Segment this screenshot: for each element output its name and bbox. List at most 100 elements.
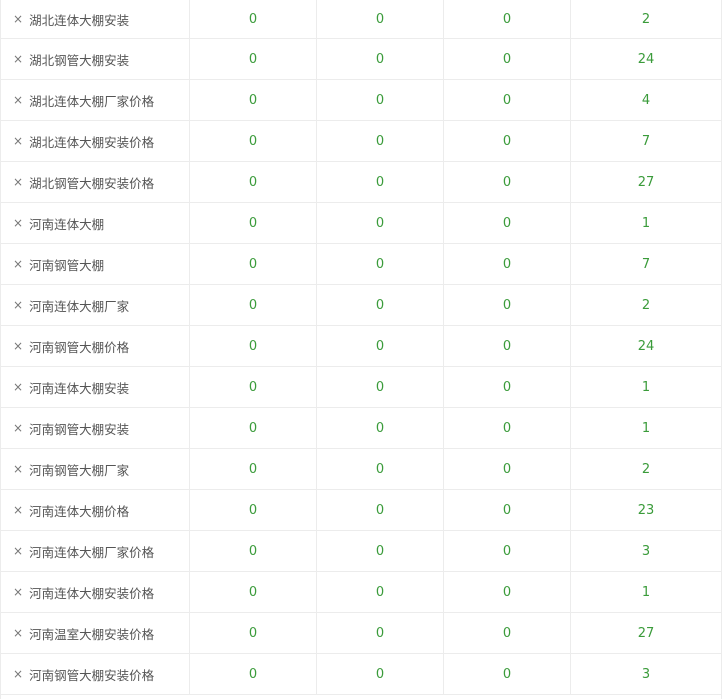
table-row: × 湖北钢管大棚安装价格 0 0 0 27	[1, 162, 721, 203]
metric-cell-4: 24	[637, 338, 655, 354]
keyword-text: 河南钢管大棚安装	[29, 421, 130, 437]
metric-cell-3: 0	[444, 449, 571, 489]
metric-cell-4: 2	[641, 297, 651, 313]
remove-keyword-icon[interactable]: ×	[13, 175, 23, 189]
metric-cell-3: 0	[444, 654, 571, 694]
metric-cell-1: 0	[190, 326, 317, 366]
remove-keyword-icon[interactable]: ×	[13, 93, 23, 107]
table-row: × 河南连体大棚厂家价格 0 0 0 3	[1, 531, 721, 572]
metric-cell-1: 0	[190, 121, 317, 161]
metric-cell-3: 0	[444, 162, 571, 202]
metric-cell-1: 0	[190, 572, 317, 612]
metric-cell-1: 0	[190, 408, 317, 448]
metric-cell-1: 0	[190, 654, 317, 694]
metric-cell-4: 23	[637, 502, 655, 518]
metric-cell-4: 1	[641, 584, 651, 600]
remove-keyword-icon[interactable]: ×	[13, 52, 23, 66]
remove-keyword-icon[interactable]: ×	[13, 339, 23, 353]
metric-cell-2: 0	[317, 285, 444, 325]
table-row: × 河南连体大棚价格 0 0 0 23	[1, 490, 721, 531]
metric-cell-3: 0	[444, 39, 571, 79]
metric-cell-2: 0	[317, 244, 444, 284]
metric-cell-1: 0	[190, 367, 317, 407]
remove-keyword-icon[interactable]: ×	[13, 544, 23, 558]
keyword-cell: × 河南钢管大棚价格	[1, 326, 190, 366]
metric-cell-1: 0	[190, 80, 317, 120]
metric-cell-2: 0	[317, 613, 444, 653]
metric-cell-1: 0	[190, 203, 317, 243]
metric-cell-3: 0	[444, 326, 571, 366]
keyword-text: 河南钢管大棚厂家	[29, 462, 130, 478]
keyword-cell: × 河南连体大棚价格	[1, 490, 190, 530]
keyword-text: 河南钢管大棚价格	[29, 339, 130, 355]
metric-cell-4: 1	[641, 420, 651, 436]
remove-keyword-icon[interactable]: ×	[13, 585, 23, 599]
remove-keyword-icon[interactable]: ×	[13, 667, 23, 681]
remove-keyword-icon[interactable]: ×	[13, 421, 23, 435]
keyword-cell: × 河南连体大棚厂家价格	[1, 531, 190, 571]
metric-cell-1: 0	[190, 244, 317, 284]
metric-cell-4: 4	[641, 92, 651, 108]
remove-keyword-icon[interactable]: ×	[13, 503, 23, 517]
table-row: × 河南连体大棚安装价格 0 0 0 1	[1, 572, 721, 613]
keyword-cell: × 湖北钢管大棚安装	[1, 39, 190, 79]
remove-keyword-icon[interactable]: ×	[13, 298, 23, 312]
metric-cell-3: 0	[444, 408, 571, 448]
remove-keyword-icon[interactable]: ×	[13, 257, 23, 271]
keyword-cell: × 河南钢管大棚安装	[1, 408, 190, 448]
remove-keyword-icon[interactable]: ×	[13, 380, 23, 394]
metric-cell-1: 0	[190, 490, 317, 530]
keyword-cell: × 湖北连体大棚安装价格	[1, 121, 190, 161]
keyword-text: 河南温室大棚安装价格	[29, 626, 155, 642]
keyword-text: 河南连体大棚	[29, 216, 105, 232]
keyword-text: 湖北钢管大棚安装	[29, 52, 130, 68]
keyword-cell: × 河南连体大棚厂家	[1, 285, 190, 325]
metric-cell-4: 1	[641, 379, 651, 395]
metric-cell-3: 0	[444, 80, 571, 120]
metric-cell-3: 0	[444, 121, 571, 161]
metric-cell-2: 0	[317, 449, 444, 489]
metric-cell-4: 27	[637, 174, 655, 190]
metric-cell-4: 3	[641, 543, 651, 559]
table-row: × 河南温室大棚安装价格 0 0 0 27	[1, 613, 721, 654]
metric-cell-4: 2	[641, 461, 651, 477]
metric-cell-3: 0	[444, 203, 571, 243]
keyword-cell: × 河南连体大棚安装	[1, 367, 190, 407]
keyword-cell: × 河南连体大棚	[1, 203, 190, 243]
metric-cell-4: 24	[637, 51, 655, 67]
metric-cell-4: 7	[641, 256, 651, 272]
table-row: × 河南连体大棚安装 0 0 0 1	[1, 367, 721, 408]
remove-keyword-icon[interactable]: ×	[13, 12, 23, 26]
metric-cell-3: 0	[444, 490, 571, 530]
table-row: × 河南钢管大棚价格 0 0 0 24	[1, 326, 721, 367]
metric-cell-2: 0	[317, 408, 444, 448]
remove-keyword-icon[interactable]: ×	[13, 216, 23, 230]
metric-cell-3: 0	[444, 367, 571, 407]
remove-keyword-icon[interactable]: ×	[13, 626, 23, 640]
metric-cell-3: 0	[444, 613, 571, 653]
keyword-cell: × 湖北钢管大棚安装价格	[1, 162, 190, 202]
metric-cell-3: 0	[444, 244, 571, 284]
metric-cell-2: 0	[317, 39, 444, 79]
metric-cell-2: 0	[317, 367, 444, 407]
keyword-text: 河南连体大棚安装	[29, 380, 130, 396]
table-row: × 湖北连体大棚安装价格 0 0 0 7	[1, 121, 721, 162]
keyword-cell: × 湖北连体大棚安装	[1, 0, 190, 38]
keyword-text: 湖北连体大棚安装	[29, 12, 130, 28]
remove-keyword-icon[interactable]: ×	[13, 462, 23, 476]
keyword-text: 河南钢管大棚	[29, 257, 105, 273]
table-row: × 湖北连体大棚厂家价格 0 0 0 4	[1, 80, 721, 121]
metric-cell-1: 0	[190, 162, 317, 202]
keyword-cell: × 湖北连体大棚厂家价格	[1, 80, 190, 120]
keyword-cell: × 河南钢管大棚	[1, 244, 190, 284]
keyword-text: 河南连体大棚厂家价格	[29, 544, 155, 560]
metric-cell-3: 0	[444, 285, 571, 325]
metric-cell-4: 2	[641, 11, 651, 27]
metric-cell-3: 0	[444, 531, 571, 571]
table-row: × 湖北钢管大棚安装 0 0 0 24	[1, 39, 721, 80]
metric-cell-1: 0	[190, 0, 317, 38]
remove-keyword-icon[interactable]: ×	[13, 134, 23, 148]
metric-cell-4: 1	[641, 215, 651, 231]
metric-cell-1: 0	[190, 285, 317, 325]
table-row: × 湖北连体大棚安装 0 0 0 2	[1, 0, 721, 39]
